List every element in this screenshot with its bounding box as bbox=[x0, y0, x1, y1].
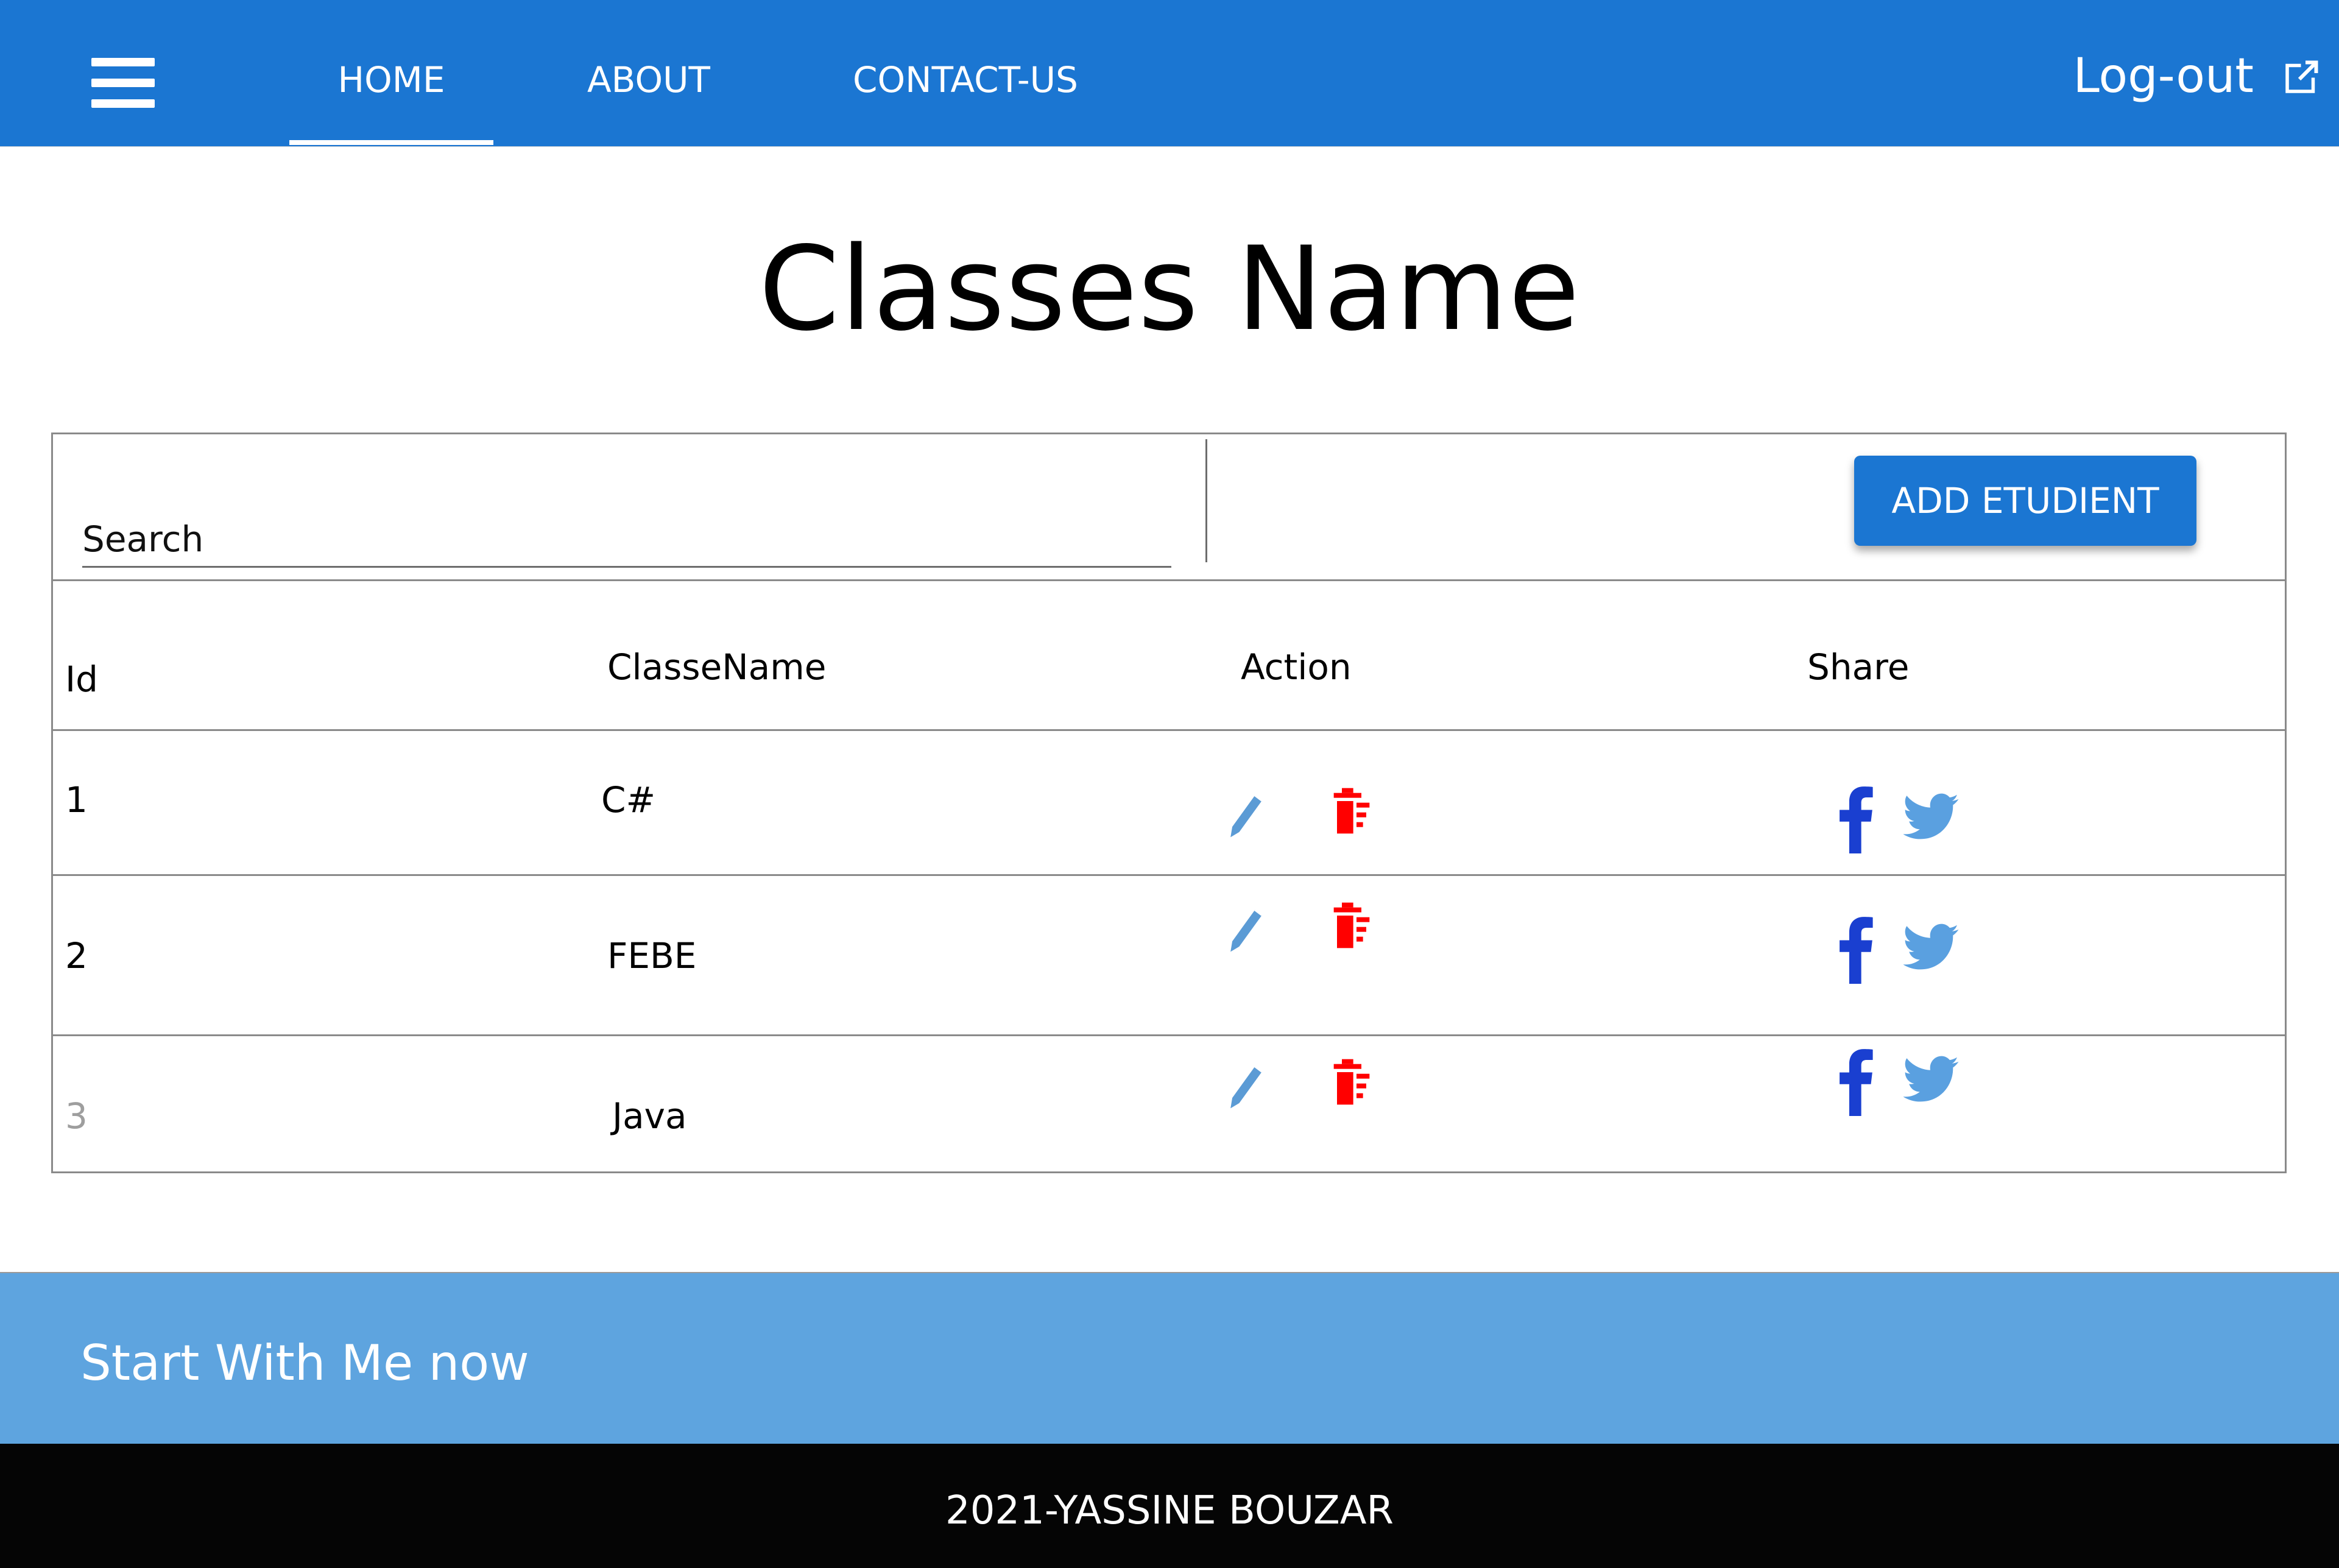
table-row: 1 C# bbox=[53, 729, 2285, 876]
row-id: 1 bbox=[65, 779, 88, 821]
table-toolbar: ADD ETUDIENT bbox=[53, 434, 2285, 581]
add-etudient-button[interactable]: ADD ETUDIENT bbox=[1854, 456, 2196, 546]
nav-home-link[interactable]: HOME bbox=[289, 0, 493, 146]
trash-delete-icon[interactable] bbox=[1332, 1058, 1371, 1106]
facebook-icon[interactable] bbox=[1836, 913, 1874, 984]
row-classename: C# bbox=[601, 779, 656, 821]
nav-contact-link[interactable]: CONTACT-US bbox=[834, 0, 1096, 146]
toolbar-divider bbox=[1205, 439, 1207, 562]
table-row: 3 Java bbox=[53, 1034, 2285, 1173]
column-header-classename: ClasseName bbox=[607, 646, 827, 688]
twitter-icon[interactable] bbox=[1903, 923, 1960, 972]
column-header-id: Id bbox=[65, 659, 98, 700]
twitter-icon[interactable] bbox=[1903, 793, 1960, 841]
page-title: Classes Name bbox=[758, 222, 1581, 356]
pencil-edit-icon[interactable] bbox=[1225, 790, 1268, 842]
pencil-edit-icon[interactable] bbox=[1225, 1061, 1268, 1114]
row-classename: FEBE bbox=[607, 935, 697, 976]
logout-link[interactable]: Log-out bbox=[2073, 43, 2254, 110]
copyright-text: 2021-YASSINE BOUZAR bbox=[945, 1488, 1394, 1533]
row-id: 3 bbox=[65, 1095, 88, 1137]
hamburger-menu-icon[interactable] bbox=[91, 58, 155, 108]
pencil-edit-icon[interactable] bbox=[1225, 905, 1268, 957]
column-header-action: Action bbox=[1241, 646, 1352, 688]
facebook-icon[interactable] bbox=[1836, 783, 1874, 853]
footer-cta-bar: Start With Me now bbox=[0, 1272, 2339, 1445]
search-field bbox=[82, 489, 1171, 568]
facebook-icon[interactable] bbox=[1836, 1045, 1874, 1116]
external-link-icon[interactable] bbox=[2284, 58, 2321, 94]
nav-active-indicator bbox=[289, 140, 493, 145]
search-input[interactable] bbox=[82, 489, 1171, 566]
nav-about-link[interactable]: ABOUT bbox=[566, 0, 731, 146]
cta-text: Start With Me now bbox=[80, 1335, 529, 1391]
trash-delete-icon[interactable] bbox=[1332, 786, 1371, 835]
table-header-row: Id ClasseName Action Share bbox=[53, 579, 2285, 731]
row-id: 2 bbox=[65, 935, 88, 976]
top-navbar: HOME ABOUT CONTACT-US Log-out bbox=[0, 0, 2339, 147]
table-row: 2 FEBE bbox=[53, 874, 2285, 1036]
trash-delete-icon[interactable] bbox=[1332, 901, 1371, 950]
row-classename: Java bbox=[612, 1095, 687, 1137]
classes-table: ADD ETUDIENT Id ClasseName Action Share … bbox=[51, 433, 2287, 1173]
footer-bottom: 2021-YASSINE BOUZAR bbox=[0, 1444, 2339, 1568]
twitter-icon[interactable] bbox=[1903, 1055, 1960, 1104]
column-header-share: Share bbox=[1807, 646, 1910, 688]
